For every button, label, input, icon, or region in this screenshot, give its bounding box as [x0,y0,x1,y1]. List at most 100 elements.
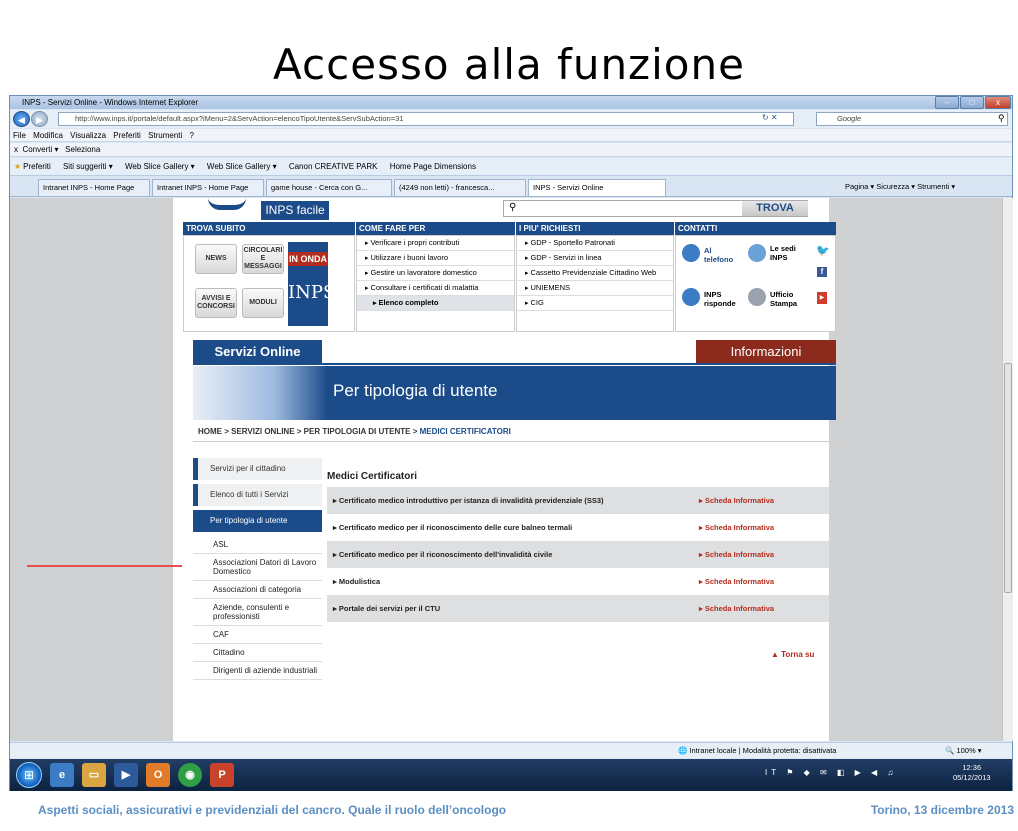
scheda-link-text: Scheda Informativa [704,550,775,559]
tab-inps-servizi[interactable]: INPS - Servizi Online [528,179,666,196]
tab-mail[interactable]: (4249 non letti) - francesca... [394,179,526,196]
forward-button[interactable]: ▶ [31,111,48,127]
elenco-completo-link[interactable]: Elenco completo [357,296,514,311]
tab-intranet-1[interactable]: Intranet INPS - Home Page [38,179,150,196]
service-row[interactable]: ▸ Portale dei servizi per il CTU ▸ Sched… [327,595,829,622]
maximize-button[interactable]: □ [960,96,984,109]
inps-facile-tab[interactable]: INPS facile [261,201,329,220]
refresh-icon[interactable]: ↻ ✕ [762,113,778,122]
breadcrumb: HOME > SERVIZI ONLINE > PER TIPOLOGIA DI… [198,427,511,436]
toolbar-close-icon[interactable]: x [14,145,18,154]
richiesti-link-5[interactable]: CIG [517,296,673,311]
powerpoint-taskbar-icon[interactable]: P [210,763,234,787]
torna-su-link[interactable]: ▲ Torna su [771,650,814,659]
page-scrollbar[interactable] [1002,198,1013,741]
scheda-link[interactable]: ▸ Scheda Informativa [699,568,774,595]
menu-preferiti[interactable]: Preferiti [113,131,141,140]
menu-help[interactable]: ? [190,131,194,140]
service-row[interactable]: ▸ Certificato medico per il riconoscimen… [327,514,829,541]
tab-intranet-2[interactable]: Intranet INPS - Home Page [152,179,264,196]
zoom-control[interactable]: 🔍 100% ▾ [945,743,981,758]
come-fare-link-2[interactable]: Utilizzare i buoni lavoro [357,251,514,266]
scheda-link[interactable]: ▸ Scheda Informativa [699,541,774,568]
sub-item-caf[interactable]: CAF [193,626,322,644]
menu-modifica[interactable]: Modifica [33,131,63,140]
service-row[interactable]: ▸ Certificato medico per il riconoscimen… [327,541,829,568]
inps-risponde-link[interactable]: INPS risponde [704,290,742,308]
search-input[interactable]: Google [816,112,1008,126]
service-row[interactable]: ▸ Modulistica ▸ Scheda Informativa [327,568,829,595]
fav-item-3[interactable]: Web Slice Gallery ▾ [207,162,277,171]
torna-su-text: Torna su [781,650,815,659]
tab-game-house[interactable]: game house - Cerca con G... [266,179,392,196]
scheda-link[interactable]: ▸ Scheda Informativa [699,514,774,541]
informazioni-tab[interactable]: Informazioni [696,340,836,363]
seleziona-button[interactable]: Seleziona [65,145,100,154]
explorer-taskbar-icon[interactable]: ▭ [82,763,106,787]
clock[interactable]: 12:36 05/12/2013 [953,763,991,783]
sub-item-dirigenti[interactable]: Dirigenti di aziende industriali [193,662,322,680]
service-label-text: Certificato medico introduttivo per ista… [338,496,604,505]
facebook-icon[interactable]: f [817,267,827,277]
youtube-icon[interactable]: ▶ [817,292,827,304]
ie-taskbar-icon[interactable]: e [50,763,74,787]
start-button[interactable]: ⊞ [16,762,42,788]
in-onda-banner[interactable]: IN ONDA INPS [288,242,335,326]
sub-item-datori[interactable]: Associazioni Datori di Lavoro Domestico [193,554,322,581]
menu-file[interactable]: File [13,131,26,140]
richiesti-link-2[interactable]: GDP - Servizi in linea [517,251,673,266]
richiesti-link-4[interactable]: UNIEMENS [517,281,673,296]
back-button[interactable]: ◀ [13,111,30,127]
sidebar-item-cittadino[interactable]: Servizi per il cittadino [193,458,322,480]
scheda-link[interactable]: ▸ Scheda Informativa [699,487,774,514]
fav-item-2[interactable]: Web Slice Gallery ▾ [125,162,195,171]
circolari-button[interactable]: CIRCOLARI E MESSAGGI [242,244,284,274]
service-row[interactable]: ▸ Certificato medico introduttivo per is… [327,487,829,514]
sub-item-categoria[interactable]: Associazioni di categoria [193,581,322,599]
breadcrumb-path[interactable]: HOME > SERVIZI ONLINE > PER TIPOLOGIA DI… [198,427,420,436]
sidebar-item-tipologia[interactable]: Per tipologia di utente [193,510,322,532]
office-taskbar-icon[interactable]: O [146,763,170,787]
menu-strumenti[interactable]: Strumenti [148,131,182,140]
al-telefono-link[interactable]: Al telefono [704,246,742,264]
menu-visualizza[interactable]: Visualizza [70,131,106,140]
scroll-thumb[interactable] [1004,363,1012,593]
sub-item-cittadino[interactable]: Cittadino [193,644,322,662]
site-search[interactable]: ⚲ TROVA [503,200,808,217]
avvisi-button[interactable]: AVVISI E CONCORSI [195,288,237,318]
service-label: ▸ Certificato medico per il riconoscimen… [333,550,553,559]
fav-item-1[interactable]: Siti suggeriti ▾ [63,162,113,171]
fav-item-4[interactable]: Canon CREATIVE PARK [289,162,378,171]
address-bar[interactable]: http://www.inps.it/portale/default.aspx?… [58,112,794,126]
media-taskbar-icon[interactable]: ▶ [114,763,138,787]
richiesti-link-3[interactable]: Cassetto Previdenziale Cittadino Web [517,266,673,281]
inps-site: INPS facile ⚲ TROVA TROVA SUBITO COME FA… [173,198,836,741]
zone-indicator[interactable]: 🌐 Intranet locale | Modalità protetta: d… [678,743,836,758]
command-bar[interactable]: Pagina ▾ Sicurezza ▾ Strumenti ▾ [845,179,955,195]
converti-button[interactable]: Converti [22,145,52,154]
come-fare-link-1[interactable]: Verificare i propri contributi [357,236,514,251]
language-indicator[interactable]: IT [765,768,780,777]
news-button[interactable]: NEWS [195,244,237,274]
search-icon[interactable]: ⚲ [998,113,1005,124]
sedi-link[interactable]: Le sedi INPS [770,244,804,262]
come-fare-link-3[interactable]: Gestire un lavoratore domestico [357,266,514,281]
twitter-icon[interactable]: 🐦 [816,244,830,257]
sidebar-item-elenco[interactable]: Elenco di tutti i Servizi [193,484,322,506]
trova-button[interactable]: TROVA [742,201,808,216]
sub-item-aziende[interactable]: Aziende, consulenti e professionisti [193,599,322,626]
servizi-online-tab[interactable]: Servizi Online [193,340,322,363]
richiesti-header: I PIU' RICHIESTI [516,222,674,235]
clock-time: 12:36 [962,763,982,772]
sub-item-asl[interactable]: ASL [193,536,322,554]
come-fare-link-4[interactable]: Consultare i certificati di malattia [357,281,514,296]
fav-item-5[interactable]: Home Page Dimensions [390,162,476,171]
scheda-link[interactable]: ▸ Scheda Informativa [699,595,774,622]
richiesti-link-1[interactable]: GDP - Sportello Patronati [517,236,673,251]
favorites-button[interactable]: Preferiti [23,162,51,171]
close-window-button[interactable]: x [985,96,1011,109]
chrome-taskbar-icon[interactable]: ◉ [178,763,202,787]
moduli-button[interactable]: MODULI [242,288,284,318]
minimize-button[interactable]: – [935,96,959,109]
ufficio-stampa-link[interactable]: Ufficio Stampa [770,290,804,308]
